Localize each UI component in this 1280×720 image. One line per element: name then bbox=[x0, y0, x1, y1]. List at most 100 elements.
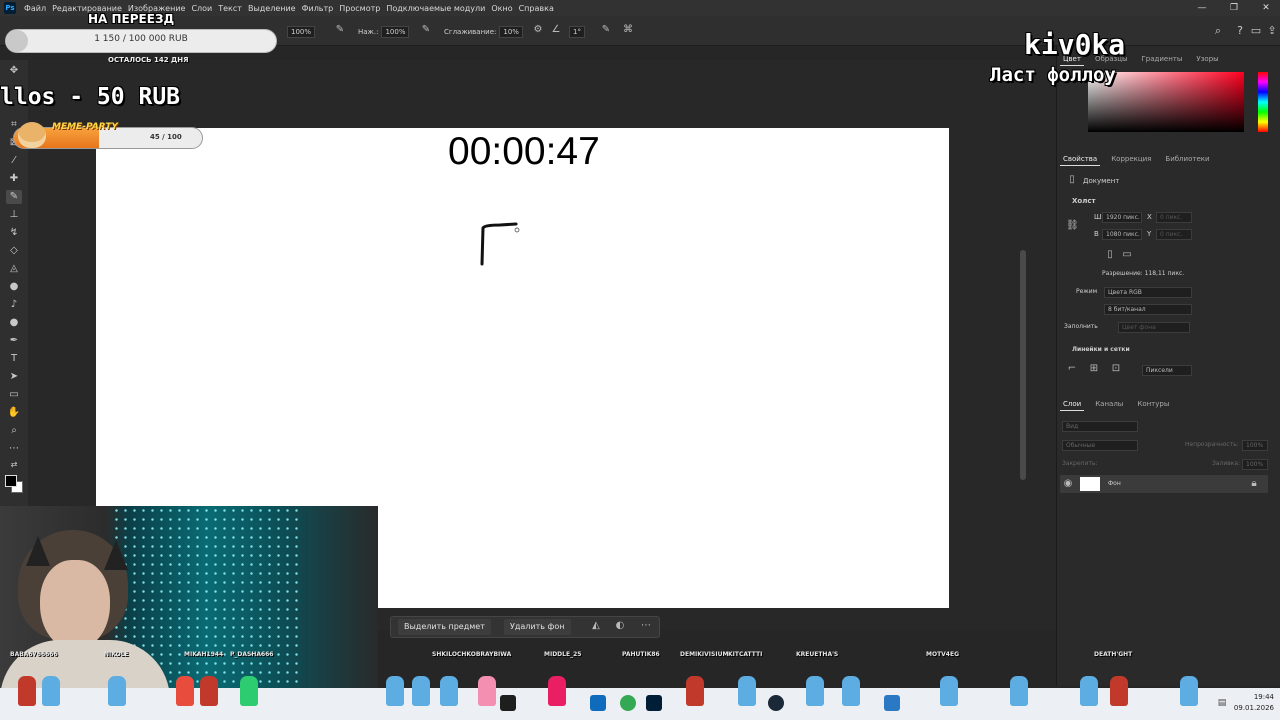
chatter-sprite bbox=[176, 676, 194, 706]
taskbar-app-icon[interactable] bbox=[884, 695, 900, 711]
tab-layers[interactable]: Слои bbox=[1060, 397, 1085, 411]
mask-icon[interactable]: ◐ bbox=[614, 620, 626, 632]
fill-select[interactable]: Цвет фона bbox=[1118, 322, 1190, 333]
guides-section-title[interactable]: Линейки и сетки bbox=[1072, 346, 1130, 353]
taskbar-app-icon[interactable] bbox=[590, 695, 606, 711]
last-follow-label: Ласт фоллоу bbox=[990, 64, 1116, 86]
brush-cursor bbox=[514, 227, 520, 233]
layer-opacity-field[interactable]: 100% bbox=[1242, 440, 1268, 451]
mode-label: Режим bbox=[1076, 288, 1098, 295]
chatter-sprite bbox=[18, 676, 36, 706]
layer-lock-icon: 🔒︎ bbox=[1251, 478, 1257, 489]
chatter-name: DEATH'GHT bbox=[1094, 651, 1133, 658]
chatter-sprite bbox=[548, 676, 566, 706]
chatter-sprite bbox=[240, 676, 258, 706]
chatter-sprite bbox=[440, 676, 458, 706]
layer-filter-search[interactable]: Вид bbox=[1062, 421, 1138, 432]
document-label: Документ bbox=[1083, 177, 1120, 185]
cat-ear-left bbox=[26, 536, 50, 566]
width-label: Ш bbox=[1094, 213, 1102, 221]
donation-goal-amount: 1 150 / 100 000 RUB bbox=[94, 34, 188, 44]
chatter-name: BABA6766666 bbox=[10, 651, 58, 658]
brush-stroke-path bbox=[480, 222, 518, 266]
chatter-name: MIKAH1944 bbox=[184, 651, 224, 658]
taskbar-app-icon[interactable] bbox=[500, 695, 516, 711]
visibility-eye-icon[interactable]: ◉ bbox=[1062, 478, 1074, 490]
chatter-name: MOTV4EG bbox=[926, 651, 960, 658]
system-clock[interactable]: 19:44 09.01.2026 bbox=[1222, 692, 1274, 714]
taskbar-photoshop-icon[interactable] bbox=[646, 695, 662, 711]
cat-ear-right bbox=[104, 540, 128, 570]
mode-select[interactable]: Цвета RGB bbox=[1104, 287, 1192, 298]
remove-background-button[interactable]: Удалить фон bbox=[504, 619, 571, 635]
chatter-sprite bbox=[200, 676, 218, 706]
layer-fill-label: Заливка: bbox=[1212, 460, 1241, 467]
select-subject-button[interactable]: Выделить предмет bbox=[398, 619, 491, 635]
chatter-name: NIKOLE bbox=[104, 651, 129, 658]
y-field[interactable]: 0 пикс. bbox=[1156, 229, 1192, 240]
x-field[interactable]: 0 пикс. bbox=[1156, 212, 1192, 223]
taskbar-steam-icon[interactable] bbox=[768, 695, 784, 711]
tab-patterns[interactable]: Узоры bbox=[1193, 52, 1221, 66]
tab-libraries[interactable]: Библиотеки bbox=[1162, 152, 1212, 166]
chatter-sprite bbox=[478, 676, 496, 706]
chatter-name: SHKILOCHKOBRAYBIWA bbox=[432, 651, 512, 658]
canvas-section-title[interactable]: Холст bbox=[1072, 197, 1096, 205]
chatter-sprite bbox=[42, 676, 60, 706]
layer-name[interactable]: Фон bbox=[1108, 480, 1121, 487]
grid-icon[interactable]: ⊞ bbox=[1088, 363, 1100, 375]
screen: Ps Файл Редактирование Изображение Слои … bbox=[0, 0, 1280, 720]
streamer-nickname: kiv0ka bbox=[1024, 28, 1126, 61]
chatter-sprite bbox=[1080, 676, 1098, 706]
donation-goal-title: НА ПЕРЕЕЗД bbox=[88, 12, 175, 26]
chatter-sprite bbox=[1110, 676, 1128, 706]
chatter-sprite bbox=[386, 676, 404, 706]
layer-thumbnail bbox=[1080, 477, 1100, 491]
generate-icon[interactable]: ◭ bbox=[590, 620, 602, 632]
hue-slider[interactable] bbox=[1258, 72, 1268, 132]
y-label: Y bbox=[1147, 230, 1152, 238]
donation-goal-days-left: ОСТАЛОСЬ 142 ДНЯ bbox=[108, 56, 189, 64]
streamer-face bbox=[40, 560, 110, 650]
tab-channels[interactable]: Каналы bbox=[1092, 397, 1126, 411]
chatter-sprite bbox=[940, 676, 958, 706]
link-icon[interactable]: ⛓ bbox=[1066, 220, 1079, 232]
properties-panel-tabs: Свойства Коррекция Библиотеки bbox=[1060, 152, 1213, 166]
chatter-name: PAHUTIK86 bbox=[622, 651, 660, 658]
width-field[interactable]: 1920 пикс. bbox=[1102, 212, 1142, 223]
chatter-sprite bbox=[1180, 676, 1198, 706]
taskbar-app-icon[interactable] bbox=[620, 695, 636, 711]
tab-gradients[interactable]: Градиенты bbox=[1139, 52, 1186, 66]
units-select[interactable]: Пиксели bbox=[1142, 365, 1192, 376]
donation-marquee: llos - 50 RUB bbox=[0, 84, 181, 110]
landscape-orientation-icon[interactable]: ▭ bbox=[1121, 249, 1133, 261]
guides-icon[interactable]: ⊡ bbox=[1110, 363, 1122, 375]
vertical-scrollbar[interactable] bbox=[1020, 250, 1026, 480]
height-field[interactable]: 1080 пикс. bbox=[1102, 229, 1142, 240]
rulers-icon[interactable]: ⌐ bbox=[1066, 363, 1078, 375]
meme-party-title: MEME-PARTY bbox=[52, 122, 118, 132]
chatter-sprite bbox=[412, 676, 430, 706]
tab-paths[interactable]: Контуры bbox=[1134, 397, 1172, 411]
document-icon: ▯ bbox=[1069, 174, 1075, 185]
height-label: В bbox=[1094, 230, 1099, 238]
resolution-text: Разрешение: 118,11 пикс. bbox=[1102, 270, 1185, 277]
tab-adjustments[interactable]: Коррекция bbox=[1108, 152, 1154, 166]
layers-panel-tabs: Слои Каналы Контуры bbox=[1060, 397, 1172, 411]
fill-label: Заполнить bbox=[1064, 323, 1098, 330]
chatter-sprite bbox=[686, 676, 704, 706]
more-options-icon[interactable]: ⋯ bbox=[640, 620, 652, 632]
chatter-sprite bbox=[738, 676, 756, 706]
chatter-name: P_DASHA666 bbox=[230, 651, 274, 658]
portrait-orientation-icon[interactable]: ▯ bbox=[1104, 249, 1116, 261]
bit-depth-select[interactable]: 8 бит/канал bbox=[1104, 304, 1192, 315]
layer-fill-field[interactable]: 100% bbox=[1242, 459, 1268, 470]
clock-time: 19:44 bbox=[1253, 693, 1274, 701]
chatter-name: KITCATTTI bbox=[728, 651, 763, 658]
blend-mode-select[interactable]: Обычные bbox=[1062, 440, 1138, 451]
tab-properties[interactable]: Свойства bbox=[1060, 152, 1101, 166]
lock-label: Закрепить: bbox=[1062, 460, 1098, 467]
clock-date: 09.01.2026 bbox=[1233, 704, 1274, 712]
chatter-name: DEMIKIVISIUM bbox=[680, 651, 729, 658]
doge-mascot-icon bbox=[18, 122, 46, 148]
